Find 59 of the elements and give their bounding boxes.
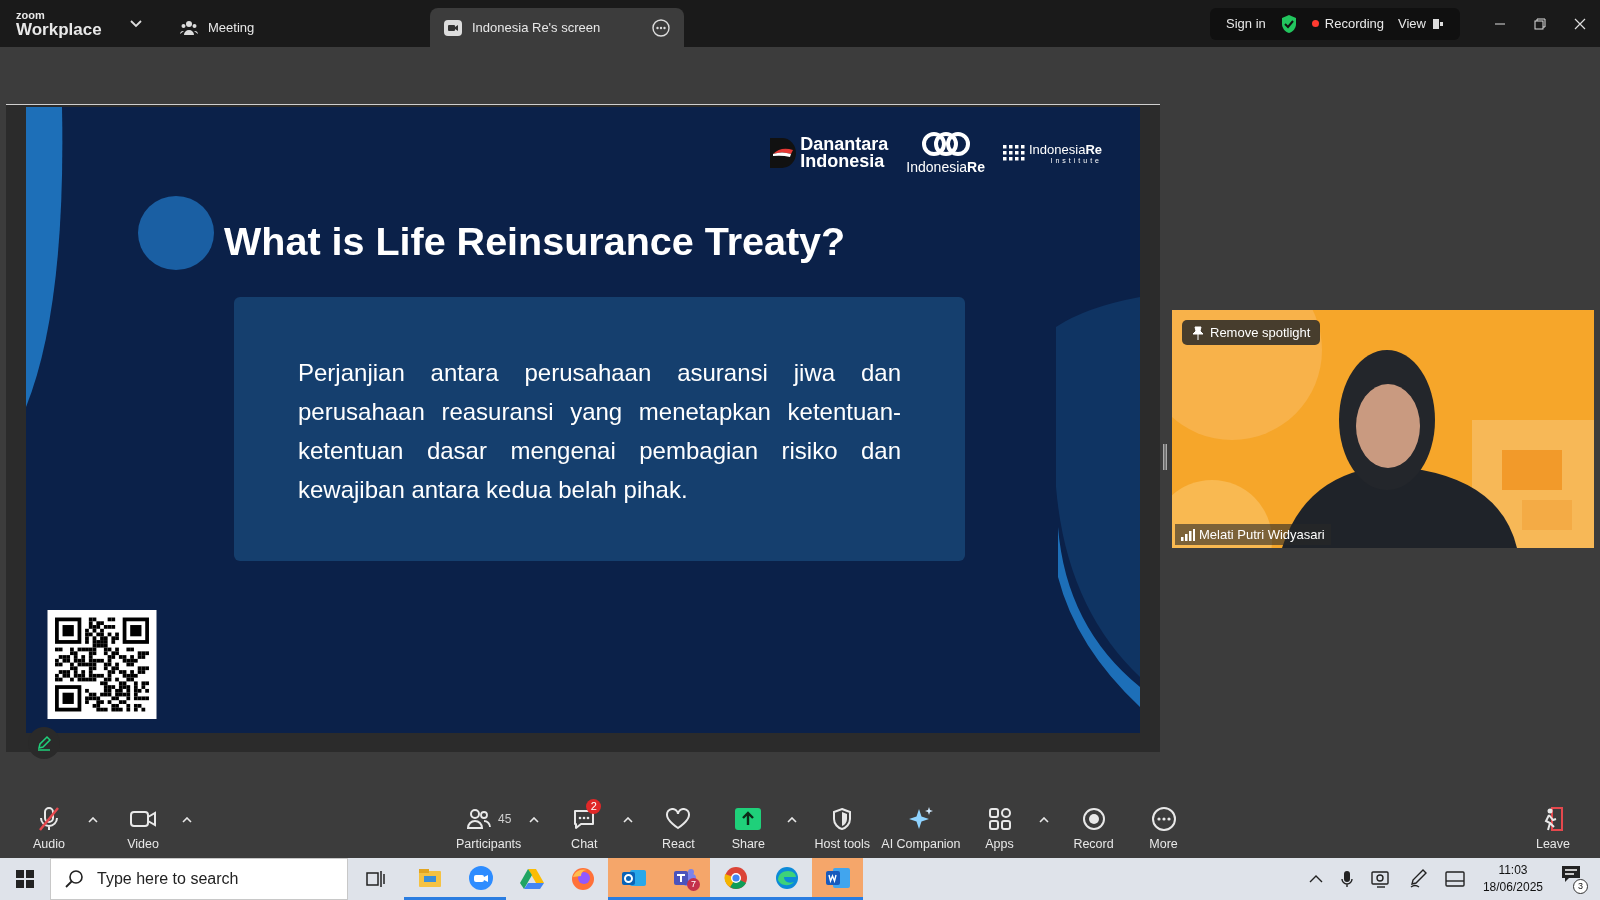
share-screen-icon [735, 808, 762, 830]
indonesia-re-logo: IndonesiaRe [906, 131, 985, 175]
microphone-icon[interactable] [1340, 870, 1353, 888]
sign-in-link[interactable]: Sign in [1226, 16, 1266, 31]
task-view-icon[interactable] [366, 870, 386, 888]
apps-button[interactable]: Apps [964, 797, 1035, 851]
unread-badge: 2 [586, 799, 602, 814]
clock[interactable]: 11:03 18/06/2025 [1482, 862, 1543, 896]
tab[interactable]: Indonesia Re's screen [430, 8, 684, 47]
app-name: Workplace [16, 20, 103, 38]
people-icon [180, 19, 198, 36]
resize-handle[interactable] [1163, 444, 1167, 470]
more-button[interactable]: More [1128, 797, 1199, 851]
pin-icon [1192, 325, 1204, 340]
video-camera-icon [129, 809, 157, 829]
record-icon [1081, 807, 1106, 831]
remove-spotlight-button[interactable]: Remove spotlight [1182, 320, 1321, 345]
video-button[interactable]: Video [108, 797, 178, 851]
pen-icon[interactable] [1408, 869, 1427, 889]
chevron-up-icon[interactable] [1308, 875, 1323, 883]
host-button[interactable]: Host tools [807, 797, 878, 851]
taskbar-app-icon[interactable] [812, 858, 863, 900]
close-icon[interactable] [1574, 17, 1586, 30]
recording-indicator[interactable]: Recording [1311, 16, 1385, 31]
keyboard-icon[interactable] [1444, 871, 1465, 887]
ai-button[interactable]: AI Companion [877, 797, 965, 851]
participants-button[interactable]: 45 Participants [452, 797, 526, 851]
audio-button[interactable]: Audio [14, 797, 84, 851]
search-field[interactable]: Type here to search [50, 858, 348, 900]
taskbar-app-icon[interactable]: 7 [659, 858, 710, 900]
people-icon [465, 808, 492, 830]
layout-icon [1432, 17, 1444, 30]
windows-start-icon[interactable] [16, 870, 34, 888]
slide-title: What is Life Reinsurance Treaty? [224, 219, 846, 264]
logo-small-text: zoom [16, 9, 46, 21]
signal-icon [1181, 528, 1195, 541]
danantara-logo: Danantara Indonesia [770, 135, 889, 171]
shield-icon [831, 807, 854, 831]
shield-check-icon [1279, 13, 1298, 34]
leave-button[interactable]: Leave [1518, 797, 1588, 851]
heart-icon [665, 808, 692, 830]
tab[interactable]: Meeting [166, 8, 430, 47]
display-icon[interactable] [1370, 870, 1391, 888]
react-button[interactable]: React [643, 797, 714, 851]
chevron-down-icon[interactable] [130, 19, 142, 28]
record-button[interactable]: Record [1058, 797, 1129, 851]
taskbar-app-icon[interactable] [608, 858, 659, 900]
more-icon[interactable] [652, 18, 670, 37]
apps-icon [987, 807, 1012, 831]
restore-icon[interactable] [1534, 17, 1546, 30]
chat-bubble-icon [572, 808, 597, 830]
more-icon [1150, 806, 1177, 832]
view-menu[interactable]: View [1398, 16, 1444, 31]
chat-button[interactable]: 2 Chat [549, 797, 620, 851]
definition-text: Perjanjian antara perusahaan asuransi jiwa dan perusahaan reasuransi yang menetapkan ketentuan-ketentuan dasar mengenai pembagian risiko dan kewajiban antara kedua belah pihak. [298, 358, 901, 505]
participant-name: Melati Putri Widyasari [1199, 527, 1325, 542]
screen-share-icon [444, 19, 462, 36]
share-button[interactable]: Share [713, 797, 784, 851]
search-icon [64, 869, 84, 889]
